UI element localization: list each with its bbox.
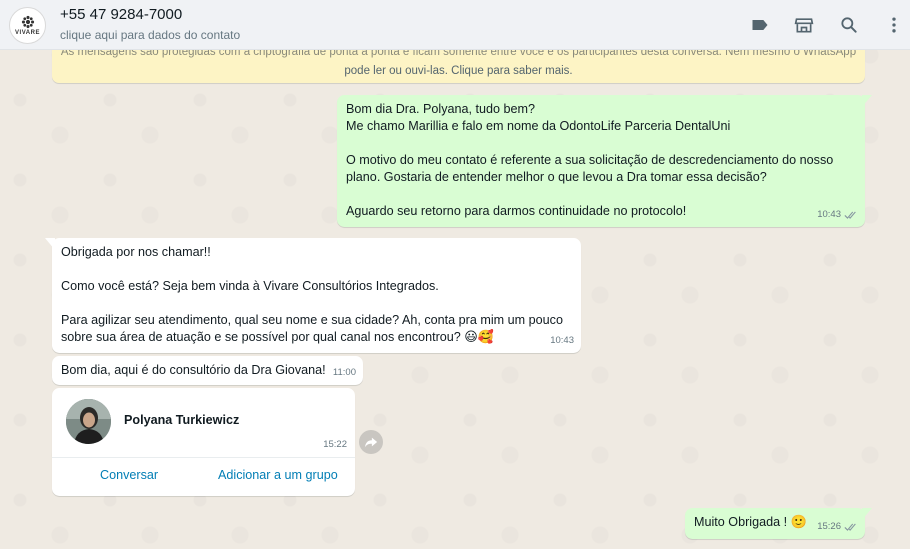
message-time: 10:43 bbox=[817, 209, 841, 220]
message-meta: 10:43 bbox=[817, 206, 858, 223]
shared-contact-avatar[interactable] bbox=[66, 399, 111, 444]
menu-icon[interactable] bbox=[882, 13, 906, 37]
message-time: 15:26 bbox=[817, 521, 841, 532]
message-time: 10:43 bbox=[550, 335, 574, 346]
card-divider bbox=[52, 457, 355, 458]
forward-icon bbox=[364, 437, 378, 448]
message-contact-button[interactable]: Conversar bbox=[100, 468, 158, 482]
message-text: Bom dia, aqui é do consultório da Dra Gi… bbox=[61, 363, 326, 377]
message-bubble-incoming[interactable]: Obrigada por nos chamar!! Como você está… bbox=[45, 238, 581, 353]
message-text: Muito Obrigada ! bbox=[694, 515, 791, 529]
message-time: 15:22 bbox=[323, 439, 347, 450]
avatar-logo-text: VIVARE bbox=[15, 30, 40, 36]
vivare-logo-icon bbox=[21, 15, 34, 29]
double-check-icon bbox=[844, 522, 858, 532]
forward-button[interactable] bbox=[359, 430, 383, 454]
store-icon[interactable] bbox=[792, 13, 816, 37]
label-icon[interactable] bbox=[748, 13, 772, 37]
emoji-smile: 🙂 bbox=[790, 515, 807, 530]
message-meta: 15:26 bbox=[817, 518, 858, 535]
chat-header[interactable]: VIVARE +55 47 9284-7000 clique aqui para… bbox=[0, 0, 910, 50]
shared-contact-name: Polyana Turkiewicz bbox=[124, 413, 240, 427]
contact-name: +55 47 9284-7000 bbox=[60, 6, 183, 23]
message-time: 11:00 bbox=[332, 367, 356, 378]
message-meta: 11:00 bbox=[333, 364, 356, 381]
add-to-group-button[interactable]: Adicionar a um grupo bbox=[218, 468, 338, 482]
shared-contact-card[interactable]: Polyana Turkiewicz 15:22 Conversar Adici… bbox=[52, 388, 355, 496]
message-bubble-outgoing[interactable]: Muito Obrigada ! 🙂 15:26 bbox=[685, 508, 872, 539]
double-check-icon bbox=[844, 210, 858, 220]
emoji-grin-hearts: 😃🥰 bbox=[464, 330, 495, 345]
message-bubble-incoming[interactable]: Bom dia, aqui é do consultório da Dra Gi… bbox=[52, 356, 363, 385]
contact-avatar[interactable]: VIVARE bbox=[9, 7, 46, 44]
message-meta: 10:43 bbox=[550, 332, 574, 349]
contact-info[interactable]: +55 47 9284-7000 clique aqui para dados … bbox=[60, 6, 240, 43]
message-bubble-outgoing[interactable]: Bom dia Dra. Polyana, tudo bem? Me chamo… bbox=[337, 95, 872, 227]
message-text: Bom dia Dra. Polyana, tudo bem? Me chamo… bbox=[346, 102, 834, 218]
contact-subtitle: clique aqui para dados do contato bbox=[60, 28, 241, 42]
search-icon[interactable] bbox=[837, 13, 861, 37]
encryption-text-line2: pode ler ou ouvi-las. Clique para saber … bbox=[344, 65, 573, 77]
